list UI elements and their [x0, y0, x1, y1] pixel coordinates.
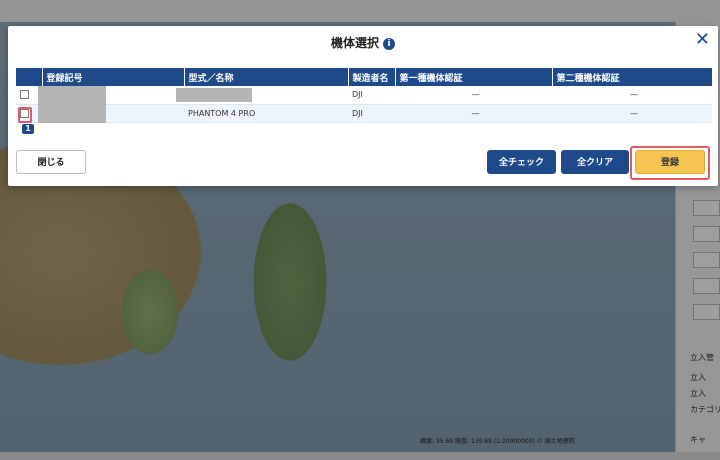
cert1-cell: —: [395, 104, 552, 123]
model-cell: PHANTOM 4 PRO: [184, 104, 348, 123]
table-row[interactable]: PHANTOM 4 PRO DJI — —: [16, 104, 712, 123]
modal-title-bar: 機体選択 i: [8, 34, 718, 51]
cert2-cell: —: [552, 86, 712, 105]
clear-all-button[interactable]: 全クリア: [561, 150, 629, 174]
info-icon[interactable]: i: [383, 38, 395, 50]
redacted-registration: [38, 86, 106, 123]
maker-cell: DJI: [348, 86, 395, 105]
table-row[interactable]: DJI — —: [16, 86, 712, 105]
column-header-cert1: 第一種機体認証: [395, 68, 553, 86]
cert2-cell: —: [552, 104, 712, 123]
aircraft-select-modal: 機体選択 i ✕ 登録記号 型式／名称 製造者名 第一種機体認証 第二種機体認証 …: [8, 26, 718, 186]
close-button[interactable]: 閉じる: [16, 150, 86, 174]
column-header-registration: 登録記号: [42, 68, 185, 86]
column-header-cert2: 第二種機体認証: [552, 68, 713, 86]
modal-title: 機体選択: [330, 36, 379, 50]
step-badge: 1: [22, 124, 34, 134]
column-header-maker: 製造者名: [348, 68, 396, 86]
close-icon[interactable]: ✕: [695, 30, 710, 50]
redacted-model: [176, 88, 252, 102]
maker-cell: DJI: [348, 104, 395, 123]
row-checkbox[interactable]: [20, 90, 29, 100]
column-header-model: 型式／名称: [184, 68, 349, 86]
aircraft-table: 登録記号 型式／名称 製造者名 第一種機体認証 第二種機体認証 DJI — — …: [16, 68, 713, 123]
highlight-checkbox-annotation: [18, 107, 32, 123]
table-header-row: 登録記号 型式／名称 製造者名 第一種機体認証 第二種機体認証: [16, 68, 713, 86]
register-button[interactable]: 登録: [635, 150, 705, 174]
cert1-cell: —: [395, 86, 552, 105]
column-header-select: [16, 68, 43, 86]
check-all-button[interactable]: 全チェック: [487, 150, 556, 174]
